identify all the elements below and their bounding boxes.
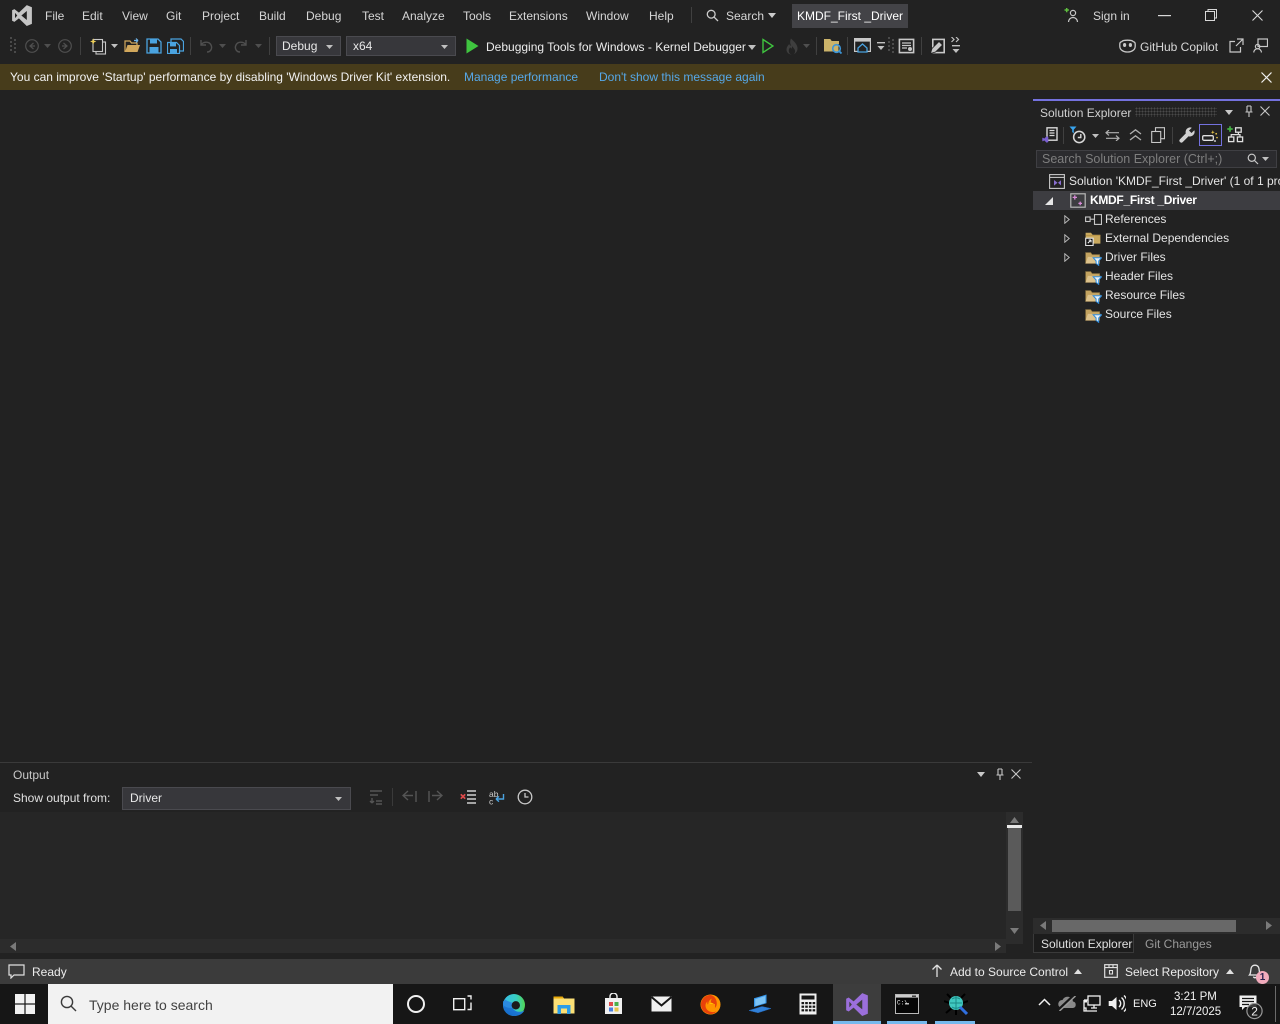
svg-text:C:\: C:\ bbox=[897, 1000, 908, 1007]
svg-text:2: 2 bbox=[1251, 1005, 1258, 1019]
